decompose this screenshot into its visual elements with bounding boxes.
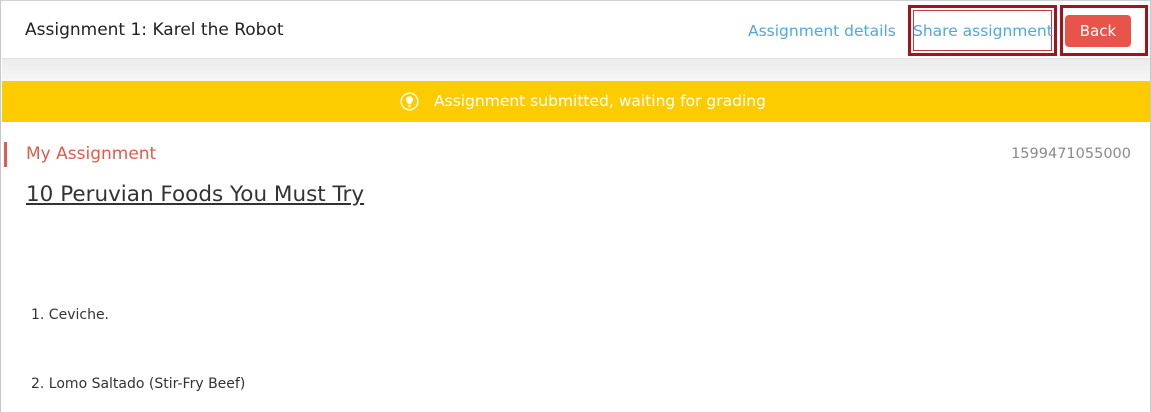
lightbulb-icon bbox=[400, 92, 419, 111]
header-bar: Assignment 1: Karel the Robot Assignment… bbox=[2, 2, 1150, 59]
list-item: 1. Ceviche. bbox=[31, 307, 110, 323]
status-message: Assignment submitted, waiting for gradin… bbox=[434, 92, 766, 110]
list-item: 2. Lomo Saltado (Stir-Fry Beef) bbox=[31, 376, 246, 392]
page-title: Assignment 1: Karel the Robot bbox=[25, 20, 284, 40]
header-separator bbox=[2, 59, 1150, 81]
status-banner: Assignment submitted, waiting for gradin… bbox=[2, 81, 1150, 122]
document-title-link[interactable]: 10 Peruvian Foods You Must Try bbox=[26, 182, 364, 207]
submission-timestamp: 1599471055000 bbox=[1011, 146, 1131, 162]
back-button[interactable]: Back bbox=[1065, 15, 1131, 47]
share-assignment-link[interactable]: Share assignment bbox=[913, 22, 1053, 40]
app-window: Assignment 1: Karel the Robot Assignment… bbox=[0, 0, 1151, 412]
section-heading: My Assignment bbox=[26, 144, 157, 164]
section-marker bbox=[4, 142, 7, 167]
assignment-details-link[interactable]: Assignment details bbox=[748, 22, 896, 40]
